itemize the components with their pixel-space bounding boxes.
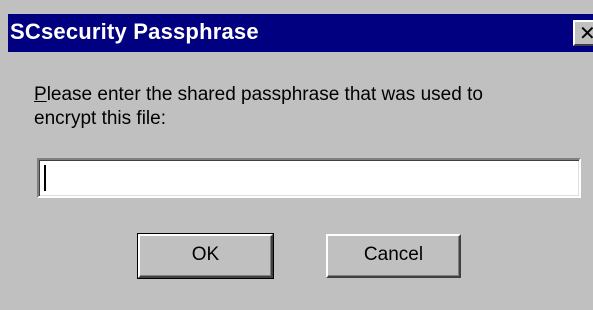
- passphrase-input[interactable]: [41, 162, 577, 192]
- window-title: SCsecurity Passphrase: [10, 19, 259, 44]
- close-button[interactable]: ✕: [573, 20, 593, 46]
- prompt-text-line1: lease enter the shared passphrase that w…: [46, 84, 483, 105]
- cancel-button[interactable]: Cancel: [326, 234, 461, 278]
- prompt-text-line2: encrypt this file:: [34, 108, 166, 129]
- text-caret: [44, 165, 46, 191]
- title-bar[interactable]: SCsecurity Passphrase ✕: [8, 14, 593, 52]
- passphrase-field[interactable]: [37, 158, 581, 198]
- close-icon: ✕: [579, 21, 593, 45]
- prompt-mnemonic: P: [34, 84, 47, 105]
- dialog-window: SCsecurity Passphrase ✕ Please enter the…: [0, 0, 593, 310]
- prompt-label: Please enter the shared passphrase that …: [34, 83, 574, 131]
- ok-button[interactable]: OK: [137, 233, 274, 279]
